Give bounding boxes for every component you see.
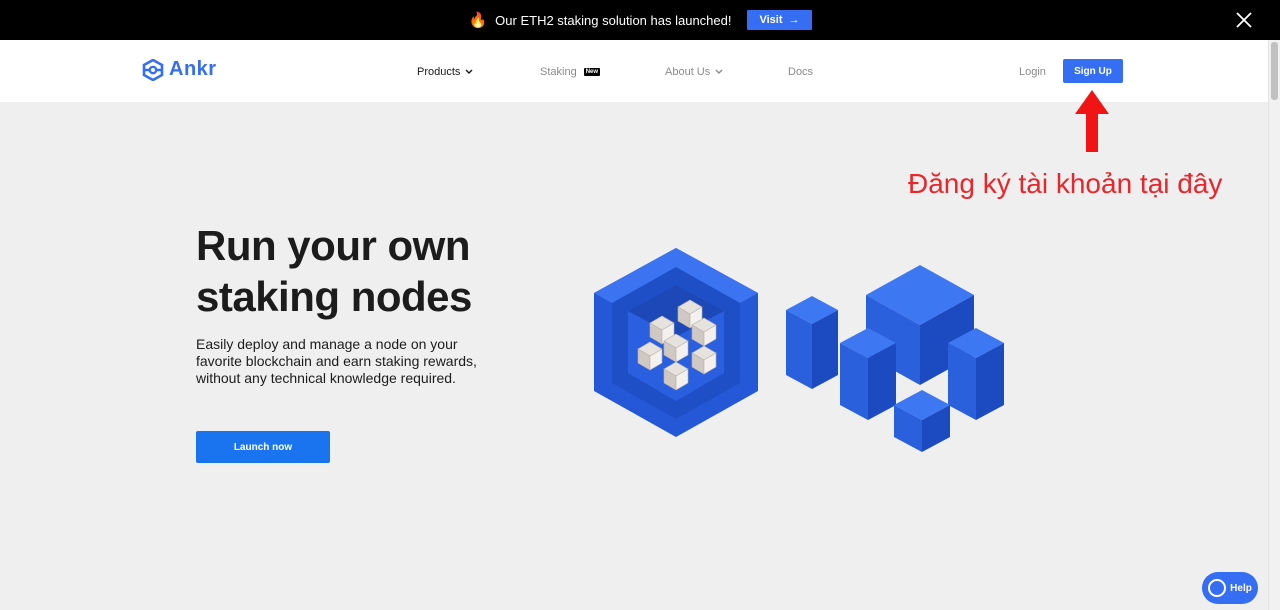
nav-about-label: About Us (665, 66, 711, 78)
chevron-down-icon (715, 69, 723, 74)
close-icon[interactable] (1234, 10, 1254, 30)
hero-description: Easily deploy and manage a node on your … (196, 336, 477, 386)
staking-nodes-illustration (594, 248, 1004, 452)
announcement-message: Our ETH2 staking solution has launched! (495, 12, 732, 28)
help-button[interactable]: Help (1202, 572, 1258, 604)
nav-docs[interactable]: Docs (788, 66, 813, 78)
blue-cubes (786, 265, 1004, 452)
nav-about-us[interactable]: About Us (665, 66, 723, 78)
chevron-down-icon (465, 69, 473, 74)
nav-products[interactable]: Products (417, 66, 473, 78)
help-label: Help (1230, 582, 1252, 594)
visit-label: Visit (759, 14, 783, 26)
new-badge: New (583, 68, 601, 76)
lifebuoy-icon (1208, 579, 1227, 597)
visit-button[interactable]: Visit → (747, 10, 812, 30)
nav-staking[interactable]: Staking New (540, 66, 601, 78)
hexagon-frame (594, 248, 758, 437)
annotation-text: Đăng ký tài khoản tại đây (908, 168, 1223, 199)
arrow-right-icon: → (788, 14, 800, 26)
hero-title: Run your own staking nodes (196, 222, 472, 320)
logo-text: Ankr (169, 58, 217, 80)
fire-icon: 🔥 (468, 12, 488, 29)
login-link[interactable]: Login (1019, 66, 1046, 78)
annotation-arrow-icon (1075, 90, 1109, 152)
nav-docs-label: Docs (788, 66, 814, 78)
ankr-logo-icon (142, 58, 164, 81)
announcement-bar: 🔥 Our ETH2 staking solution has launched… (0, 0, 1280, 40)
launch-now-button[interactable]: Launch now (196, 431, 330, 463)
scrollbar-thumb[interactable] (1271, 42, 1278, 100)
scrollbar[interactable] (1268, 40, 1280, 610)
nav-products-label: Products (417, 66, 461, 78)
signup-button[interactable]: Sign Up (1063, 59, 1123, 83)
nav-staking-label: Staking (540, 66, 577, 78)
ankr-logo[interactable]: Ankr (142, 58, 217, 81)
